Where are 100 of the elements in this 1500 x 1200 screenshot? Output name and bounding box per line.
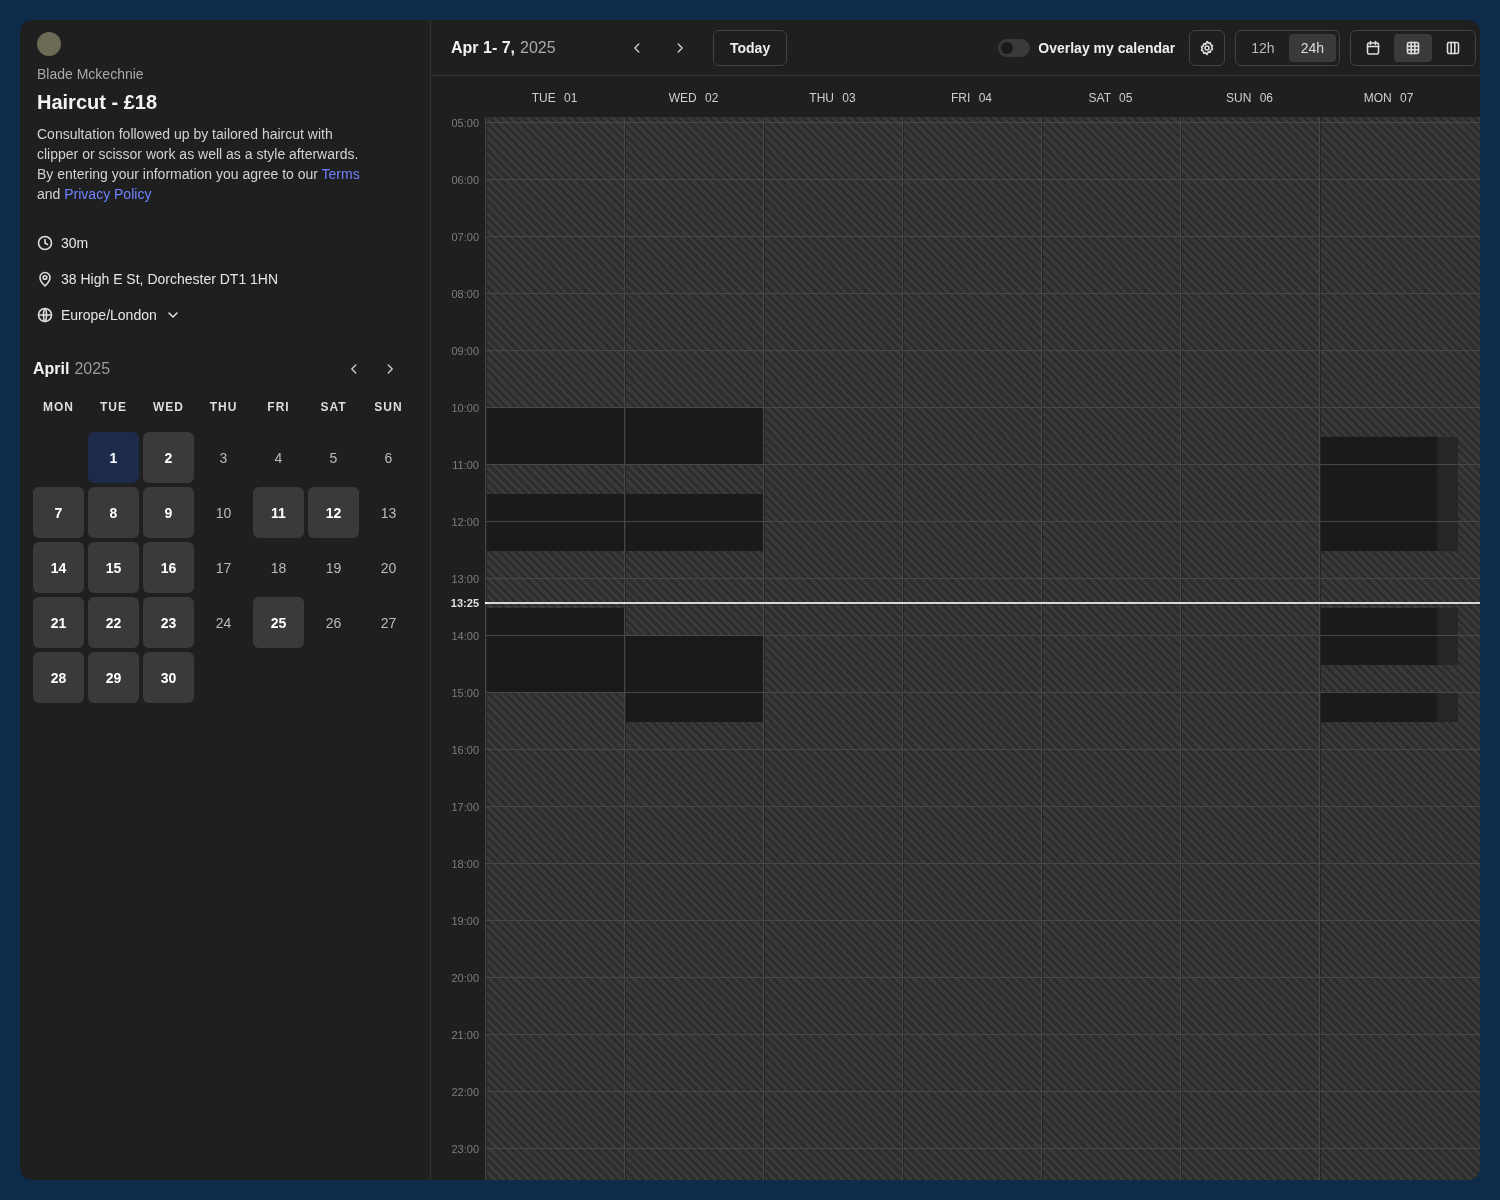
month-label: April: [33, 360, 70, 378]
available-half-hour[interactable]: [626, 664, 763, 693]
weekday-label: SUN: [373, 400, 404, 416]
available-half-hour[interactable]: [626, 436, 763, 465]
date-range: Apr 1- 7,: [451, 38, 515, 57]
time-label: 11:00: [452, 459, 479, 471]
date-cell[interactable]: 10: [198, 487, 249, 538]
date-cell[interactable]: 4: [253, 432, 304, 483]
day-header: THU 03: [809, 90, 856, 105]
time-format-option[interactable]: 12h: [1239, 33, 1287, 62]
available-half-hour[interactable]: [1321, 693, 1437, 722]
time-label: 14:00: [451, 630, 479, 642]
date-cell[interactable]: 11: [253, 487, 304, 538]
available-half-hour[interactable]: [487, 522, 624, 551]
available-half-hour[interactable]: [626, 693, 763, 722]
weekday-label: SAT: [319, 400, 348, 416]
available-half-hour[interactable]: [487, 636, 624, 665]
available-half-hour[interactable]: [487, 607, 624, 636]
available-half-hour[interactable]: [1321, 465, 1437, 494]
range-year: 2025: [520, 38, 556, 57]
day-header: FRI 04: [951, 90, 992, 105]
date-cell[interactable]: 1: [88, 432, 139, 483]
date-cell[interactable]: 7: [33, 487, 84, 538]
time-label: 10:00: [451, 402, 479, 414]
globe-icon: [37, 306, 53, 323]
date-cell[interactable]: 28: [33, 652, 84, 703]
date-cell[interactable]: 18: [253, 542, 304, 593]
event-title: Haircut - £18: [37, 91, 159, 114]
date-cell[interactable]: 2: [143, 432, 194, 483]
timezone-dropdown[interactable]: Europe/London: [61, 306, 181, 323]
time-label: 06:00: [451, 174, 479, 186]
date-cell[interactable]: 20: [363, 542, 414, 593]
available-half-hour[interactable]: [626, 408, 763, 437]
date-cell[interactable]: 12: [308, 487, 359, 538]
overlay-label: Overlay my calendar: [1038, 39, 1176, 56]
week-grid-view-button[interactable]: [1394, 33, 1432, 62]
available-half-hour[interactable]: [1321, 436, 1437, 465]
date-cell[interactable]: 23: [143, 597, 194, 648]
available-half-hour[interactable]: [487, 436, 624, 465]
date-cell[interactable]: 16: [143, 542, 194, 593]
date-cell[interactable]: 14: [33, 542, 84, 593]
time-format-option[interactable]: 24h: [1288, 33, 1336, 62]
available-half-hour[interactable]: [626, 636, 763, 665]
date-cell[interactable]: 13: [363, 487, 414, 538]
date-cell[interactable]: 21: [33, 597, 84, 648]
location-text: 38 High E St, Dorchester DT1 1HN: [61, 270, 279, 287]
privacy-policy-link[interactable]: Privacy Policy: [64, 186, 152, 202]
time-label: 16:00: [451, 744, 479, 756]
date-cell[interactable]: 24: [198, 597, 249, 648]
time-label: 13:00: [451, 573, 479, 585]
date-cell[interactable]: 26: [308, 597, 359, 648]
time-label: 07:00: [451, 231, 479, 243]
date-cell[interactable]: 27: [363, 597, 414, 648]
date-cell[interactable]: 29: [88, 652, 139, 703]
location-pin-icon: [37, 270, 53, 287]
time-label: 05:00: [451, 117, 479, 129]
calendar-icon: [1365, 39, 1381, 56]
host-name: Blade Mckechnie: [37, 66, 145, 82]
terms-link[interactable]: Terms: [321, 166, 360, 182]
time-label: 23:00: [451, 1143, 479, 1155]
date-cell[interactable]: 3: [198, 432, 249, 483]
date-cell[interactable]: 15: [88, 542, 139, 593]
time-label: 08:00: [451, 288, 479, 300]
time-label: 12:00: [451, 516, 479, 528]
date-cell[interactable]: 22: [88, 597, 139, 648]
day-header: WED 02: [668, 90, 719, 105]
overlay-toggle[interactable]: [998, 38, 1031, 57]
date-cell[interactable]: 5: [308, 432, 359, 483]
time-label: 19:00: [451, 915, 479, 927]
duration-text: 30m: [61, 234, 89, 251]
date-cell[interactable]: 6: [363, 432, 414, 483]
available-half-hour[interactable]: [1321, 607, 1437, 636]
available-half-hour[interactable]: [1321, 636, 1437, 665]
date-cell[interactable]: 25: [253, 597, 304, 648]
date-cell[interactable]: 9: [143, 487, 194, 538]
clock-icon: [37, 234, 53, 251]
event-description: Consultation followed up by tailored haircut with clipper or scissor work as well as a style afterwards. By entering your information you agree to our Terms and Privacy Policy: [37, 125, 361, 204]
grid-icon: [1405, 39, 1421, 56]
date-cell[interactable]: 30: [143, 652, 194, 703]
day-header: SUN 06: [1226, 90, 1273, 105]
available-half-hour[interactable]: [487, 493, 624, 522]
day-header: SAT 05: [1088, 90, 1133, 105]
available-half-hour[interactable]: [626, 493, 763, 522]
available-half-hour[interactable]: [1321, 493, 1437, 522]
available-half-hour[interactable]: [626, 522, 763, 551]
time-label: 21:00: [451, 1029, 479, 1041]
avatar: [37, 32, 61, 56]
year-label: 2025: [74, 360, 111, 378]
date-cell[interactable]: 19: [308, 542, 359, 593]
date-cell[interactable]: 8: [88, 487, 139, 538]
available-half-hour[interactable]: [487, 408, 624, 437]
time-label: 15:00: [451, 687, 479, 699]
day-header: MON 07: [1363, 90, 1414, 105]
time-label: 18:00: [451, 858, 479, 870]
settings-button[interactable]: [1189, 29, 1226, 66]
time-label: 22:00: [451, 1086, 479, 1098]
available-half-hour[interactable]: [487, 664, 624, 693]
available-half-hour[interactable]: [1321, 522, 1437, 551]
date-cell[interactable]: 17: [198, 542, 249, 593]
today-button[interactable]: Today: [713, 29, 788, 66]
